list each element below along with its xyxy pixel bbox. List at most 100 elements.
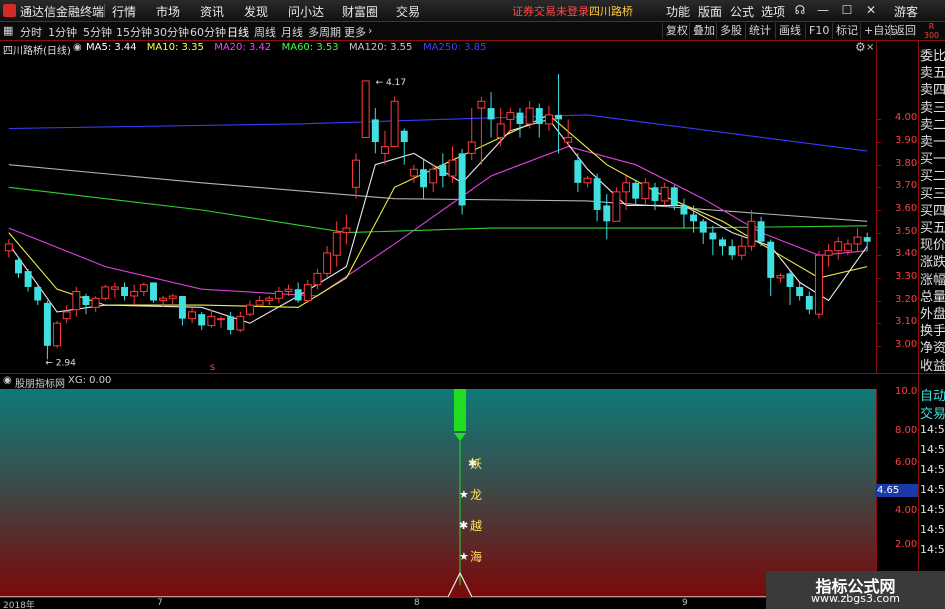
menu-options[interactable]: 选项 (761, 3, 785, 20)
menu-discover[interactable]: 发现 (244, 3, 268, 20)
menu-layout[interactable]: 版面 (698, 3, 722, 20)
back-button[interactable]: 返回 (890, 23, 919, 39)
price-tick-mark (877, 323, 881, 325)
indicator-panel[interactable]: ✱ 妖 ★ 龙 ✱ 越 ★ 海 (0, 389, 876, 597)
candle-body (390, 100, 399, 148)
app-logo-icon (3, 4, 16, 17)
candle-body (121, 286, 129, 297)
candle-body (188, 311, 197, 320)
login-notice-link[interactable]: 证券交易未登录 (512, 3, 589, 19)
candle-body (467, 141, 476, 154)
candle-body (24, 271, 32, 287)
chart-title: 四川路桥(日线) (3, 46, 71, 57)
menu-formula[interactable]: 公式 (730, 3, 754, 20)
price-tick-label: 3.70 (895, 180, 918, 192)
period-intraday[interactable]: 分时 (20, 24, 42, 40)
period-15min[interactable]: 15分钟 (116, 24, 152, 40)
tag-star-3: ✱ (459, 519, 469, 532)
menu-ask-xiaoda[interactable]: 问小达 (288, 3, 324, 20)
quote-label: 买一 (920, 152, 945, 168)
candle-body (824, 250, 833, 256)
more-chevron-icon[interactable]: › (368, 24, 372, 37)
draw-line-button[interactable]: 画线 (775, 23, 804, 39)
candle-body (496, 123, 505, 139)
guest-label[interactable]: 游客 (894, 3, 918, 20)
multi-stock-button[interactable]: 多股 (716, 23, 745, 39)
candle-body (603, 205, 611, 222)
signal-bar (454, 389, 466, 431)
candle-body (612, 191, 621, 222)
candle-body (429, 168, 438, 184)
date-label: 7 (157, 598, 163, 608)
settings-gear-icon[interactable]: ⚙ (855, 40, 866, 54)
headset-icon[interactable]: ☊ (791, 2, 809, 19)
candle-body (178, 296, 186, 319)
candle-body (477, 100, 486, 109)
menu-market[interactable]: 市场 (156, 3, 180, 20)
overlay-button[interactable]: 叠加 (689, 23, 718, 39)
candle-body (737, 245, 746, 256)
toolbar-grid-icon[interactable]: ▦ (3, 24, 13, 37)
indicator-collapse-icon[interactable]: ◉ (3, 375, 12, 386)
period-weekly[interactable]: 周线 (254, 24, 276, 40)
stock-name-link[interactable]: 四川路桥 (589, 3, 633, 19)
period-more[interactable]: 更多 (344, 24, 366, 40)
indicator-chart (0, 389, 876, 597)
auto-trade-label[interactable]: 交易 (920, 403, 945, 422)
candle-body (516, 112, 524, 124)
candle-body (786, 273, 794, 287)
current-price-flag: 4.65 (875, 484, 919, 497)
side-indicator-bottom: 300 (923, 31, 940, 40)
auto-trade-label[interactable]: 自动 (920, 385, 945, 404)
close-chart-icon[interactable]: × (866, 42, 874, 53)
candle-body (525, 107, 534, 125)
candle-body (728, 246, 736, 256)
candle-body (757, 221, 765, 242)
menu-trade[interactable]: 交易 (396, 3, 420, 20)
tag-text-3: 越 (470, 519, 483, 533)
candle-body (487, 108, 495, 120)
candle-body (660, 186, 669, 202)
period-5min[interactable]: 5分钟 (83, 24, 112, 40)
indicator-baseline (0, 571, 876, 597)
period-monthly[interactable]: 月线 (281, 24, 303, 40)
ma-line-ma250 (8, 114, 868, 152)
quote-label: 净资 (920, 341, 945, 357)
candle-body (130, 290, 139, 297)
minimize-icon[interactable]: — (814, 2, 832, 19)
candle-body (805, 296, 813, 310)
candle-body (699, 221, 707, 233)
candlestick-chart[interactable]: ← 4.17 ← 2.94 s (0, 56, 876, 373)
candle-body (834, 241, 843, 252)
candle-body (622, 182, 631, 193)
quote-panel: 委比 卖五 卖四 卖三 卖二 卖一 买一 买二 买三 买四 买五 现价 涨跌 涨幅 总量 外盘 换手 净资 收益 自动… (918, 41, 945, 609)
candle-body (62, 311, 71, 320)
date-axis: 2018年 7 8 9 (0, 597, 876, 609)
mark-button[interactable]: 标记 (832, 23, 861, 39)
period-toolbar: ▦ 分时 1分钟 5分钟 15分钟 30分钟 60分钟 日线 周线 月线 多周期… (0, 22, 945, 41)
menu-function[interactable]: 功能 (666, 3, 690, 20)
period-60min[interactable]: 60分钟 (190, 24, 226, 40)
ma-toggle-icon[interactable]: ◉ (73, 42, 82, 53)
f10-button[interactable]: F10 (805, 23, 832, 39)
price-tick-mark (877, 209, 881, 211)
candle-body (796, 286, 804, 297)
close-icon[interactable]: ✕ (862, 2, 880, 19)
date-label: 9 (682, 598, 688, 608)
candle-body (274, 290, 283, 299)
period-multi[interactable]: 多周期 (308, 24, 341, 40)
candle-body (342, 227, 351, 234)
period-1min[interactable]: 1分钟 (48, 24, 77, 40)
menu-wealth-circle[interactable]: 财富圈 (342, 3, 378, 20)
adjust-button[interactable]: 复权 (662, 23, 691, 39)
maximize-icon[interactable]: ☐ (838, 2, 856, 19)
menu-quotes[interactable]: 行情 (112, 3, 136, 20)
period-30min[interactable]: 30分钟 (153, 24, 189, 40)
tag-text-2: 龙 (470, 488, 483, 502)
indicator-header: ◉ 股朋指标网 XG: 0.00 (0, 374, 876, 390)
menu-news[interactable]: 资讯 (200, 3, 224, 20)
stats-button[interactable]: 统计 (745, 23, 774, 39)
candle-body (150, 282, 157, 301)
period-daily[interactable]: 日线 (227, 24, 249, 40)
quote-label: 买四 (920, 203, 945, 219)
